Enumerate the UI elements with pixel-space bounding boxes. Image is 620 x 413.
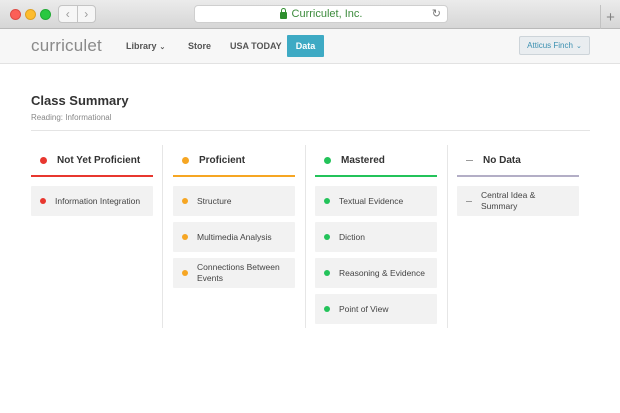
new-tab-button[interactable]: + [600,5,620,29]
skill-label: Central Idea & Summary [481,190,536,211]
logo[interactable]: curriculet [31,36,102,56]
status-dot-icon [324,306,330,312]
skill-label: Information Integration [55,195,141,206]
skill-card[interactable]: Central Idea & Summary [457,186,579,216]
column-header: Not Yet Proficient [31,145,153,175]
reload-icon[interactable]: ↻ [432,7,441,20]
column-title: Not Yet Proficient [57,154,141,166]
nav-library[interactable]: Library ⌄ [126,41,165,51]
skill-label: Reasoning & Evidence [339,267,426,278]
column-title: Proficient [199,154,246,166]
column-underline [315,175,437,177]
dash-icon [466,200,472,202]
skill-label: Point of View [339,303,389,314]
forward-button[interactable]: › [76,6,96,22]
column-title: Mastered [341,154,385,166]
column-divider [305,145,306,328]
column-underline [457,175,579,177]
status-dot-icon [182,198,188,204]
column-header: No Data [457,145,579,175]
status-dot-icon [182,270,188,276]
user-name: Atticus Finch [527,41,573,50]
status-dot-icon [324,270,330,276]
page-title: Class Summary [31,93,129,108]
back-button[interactable]: ‹ [59,6,77,22]
column-no-data: No Data Central Idea & Summary [457,145,579,222]
skill-card[interactable]: Information Integration [31,186,153,216]
app-navbar: curriculet Library ⌄ Store USA TODAY Data… [0,29,620,64]
skill-label: Diction [339,231,365,242]
status-dot-icon [324,156,331,164]
column-header: Proficient [173,145,295,175]
skill-card[interactable]: Structure [173,186,295,216]
divider [31,130,590,131]
skill-label: Textual Evidence [339,195,404,206]
column-divider [162,145,163,328]
skill-card[interactable]: Connections Between Events [173,258,295,288]
lock-icon [279,7,287,19]
address-text: Curriculet, Inc. [291,8,363,20]
column-proficient: Proficient Structure Multimedia Analysis Co… [173,145,295,294]
nav-usa-today[interactable]: USA TODAY [230,41,282,51]
address-bar[interactable]: Curriculet, Inc. ↻ [194,5,448,23]
close-window-icon[interactable] [10,9,21,20]
dash-icon [466,159,473,161]
column-divider [447,145,448,328]
page-subtitle: Reading: Informational [31,113,112,122]
skill-card[interactable]: Multimedia Analysis [173,222,295,252]
chevron-down-icon: ⌄ [575,42,582,50]
skill-label: Connections Between Events [197,262,280,283]
status-dot-icon [40,156,47,164]
skill-card[interactable]: Point of View [315,294,437,324]
skill-card[interactable]: Diction [315,222,437,252]
minimize-window-icon[interactable] [25,9,36,20]
column-underline [31,175,153,177]
history-nav: ‹ › [58,5,96,23]
column-header: Mastered [315,145,437,175]
status-dot-icon [182,234,188,240]
nav-data-button[interactable]: Data [287,35,324,57]
chevron-down-icon: ⌄ [159,44,166,51]
column-not-yet-proficient: Not Yet Proficient Information Integratio… [31,145,153,222]
column-title: No Data [483,154,521,166]
nav-store[interactable]: Store [188,41,211,51]
chevron-left-icon: ‹ [65,7,70,21]
status-dot-icon [40,198,46,204]
browser-chrome: ‹ › Curriculet, Inc. ↻ + [0,0,620,29]
column-mastered: Mastered Textual Evidence Diction Reasoning… [315,145,437,330]
chevron-right-icon: › [84,7,89,21]
status-dot-icon [324,198,330,204]
skill-card[interactable]: Textual Evidence [315,186,437,216]
column-underline [173,175,295,177]
skill-card[interactable]: Reasoning & Evidence [315,258,437,288]
nav-library-label: Library [126,41,157,51]
zoom-window-icon[interactable] [40,9,51,20]
status-dot-icon [324,234,330,240]
status-dot-icon [182,156,189,164]
skill-label: Multimedia Analysis [197,231,272,242]
skill-label: Structure [197,195,232,206]
user-menu-button[interactable]: Atticus Finch ⌄ [519,36,590,55]
